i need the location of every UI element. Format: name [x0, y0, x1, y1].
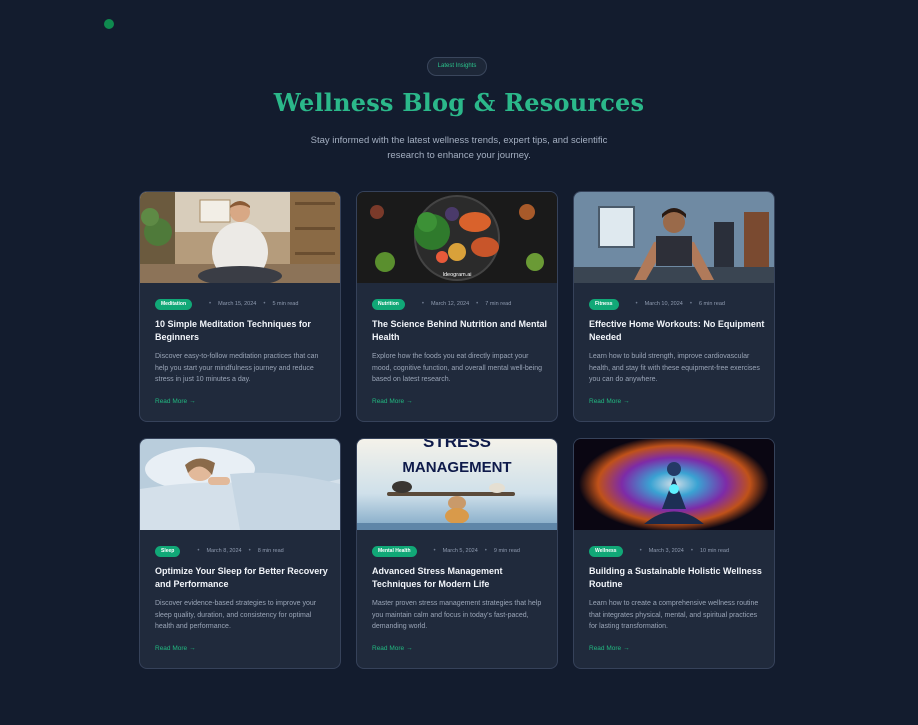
page-title: Wellness Blog & Resources: [273, 88, 645, 117]
section-badge: Latest Insights: [427, 57, 487, 76]
read-time: 9 min read: [493, 548, 520, 554]
post-description: Explore how the foods you eat directly i…: [372, 353, 543, 384]
post-title[interactable]: 10 Simple Meditation Techniques for Begi…: [155, 318, 333, 343]
healthy-food-plate-image: Ideogram.ai: [357, 192, 557, 283]
chakra-meditation-image: [574, 439, 774, 530]
post-title[interactable]: The Science Behind Nutrition and Mental …: [372, 318, 550, 343]
post-date: March 12, 2024: [430, 301, 470, 307]
post-title[interactable]: Effective Home Workouts: No Equipment Ne…: [589, 318, 767, 343]
arrow-right-icon: →: [406, 645, 413, 652]
read-more-link[interactable]: Read More →: [155, 398, 196, 405]
man-meditating-image: [140, 192, 340, 283]
status-dot: [104, 19, 114, 29]
post-image[interactable]: [140, 439, 340, 530]
blog-card-sleep[interactable]: Sleep • March 8, 2024 • 8 min read Optim…: [139, 438, 341, 669]
read-time: 8 min read: [257, 548, 284, 554]
read-time: 10 min read: [699, 548, 730, 554]
arrow-right-icon: →: [623, 398, 630, 405]
post-image[interactable]: [140, 192, 340, 283]
post-title[interactable]: Building a Sustainable Holistic Wellness…: [589, 565, 767, 590]
image-watermark: Ideogram.ai: [442, 272, 471, 278]
blog-card-mental-health[interactable]: STRESS MANAGEMENT Mental Health • March …: [356, 438, 558, 669]
post-date: March 10, 2024: [644, 301, 683, 307]
post-meta: Wellness • March 3, 2024 • 10 min read: [589, 545, 769, 557]
post-image[interactable]: [574, 439, 774, 530]
post-meta: Mental Health • March 5, 2024 • 9 min re…: [372, 545, 552, 557]
post-image[interactable]: [574, 192, 774, 283]
read-time: 7 min read: [485, 301, 512, 307]
category-tag[interactable]: Nutrition: [372, 298, 405, 310]
post-title[interactable]: Optimize Your Sleep for Better Recovery …: [155, 565, 333, 590]
post-description: Master proven stress management strategi…: [372, 600, 542, 631]
category-tag[interactable]: Meditation: [155, 298, 192, 310]
post-date: March 5, 2024: [442, 548, 478, 554]
post-date: March 8, 2024: [206, 548, 242, 554]
category-tag[interactable]: Mental Health: [372, 545, 417, 557]
blog-card-meditation[interactable]: Meditation • March 15, 2024 • 5 min read…: [139, 191, 341, 422]
stress-management-image: STRESS MANAGEMENT: [357, 439, 557, 530]
read-more-link[interactable]: Read More →: [589, 398, 630, 405]
category-tag[interactable]: Wellness: [589, 545, 623, 557]
post-description: Learn how to build strength, improve car…: [589, 353, 760, 384]
post-image[interactable]: STRESS MANAGEMENT: [357, 439, 557, 530]
page-subtitle: Stay informed with the latest wellness t…: [310, 135, 608, 161]
post-image[interactable]: Ideogram.ai: [357, 192, 557, 283]
blog-card-nutrition[interactable]: Ideogram.ai Nutrition • March 12, 2024 •…: [356, 191, 558, 422]
arrow-right-icon: →: [623, 645, 630, 652]
blog-card-fitness[interactable]: Fitness • March 10, 2024 • 6 min read Ef…: [573, 191, 775, 422]
post-description: Learn how to create a comprehensive well…: [589, 600, 759, 631]
post-description: Discover easy-to-follow meditation pract…: [155, 353, 319, 384]
read-time: 5 min read: [272, 301, 299, 307]
read-more-link[interactable]: Read More →: [372, 398, 413, 405]
arrow-right-icon: →: [406, 398, 413, 405]
post-meta: Sleep • March 8, 2024 • 8 min read: [155, 545, 335, 557]
blog-card-wellness[interactable]: Wellness • March 3, 2024 • 10 min read B…: [573, 438, 775, 669]
post-meta: Fitness • March 10, 2024 • 6 min read: [589, 298, 769, 310]
woman-sleeping-image: [140, 439, 340, 530]
read-time: 6 min read: [698, 301, 725, 307]
image-heading-1: STRESS: [423, 439, 491, 451]
post-description: Discover evidence-based strategies to im…: [155, 600, 317, 631]
post-meta: Nutrition • March 12, 2024 • 7 min read: [372, 298, 552, 310]
category-tag[interactable]: Fitness: [589, 298, 619, 310]
read-more-link[interactable]: Read More →: [589, 645, 630, 652]
arrow-right-icon: →: [189, 398, 196, 405]
post-meta: Meditation • March 15, 2024 • 5 min read: [155, 298, 335, 310]
category-tag[interactable]: Sleep: [155, 545, 181, 557]
image-heading-2: MANAGEMENT: [402, 459, 511, 476]
read-more-link[interactable]: Read More →: [155, 645, 196, 652]
arrow-right-icon: →: [189, 645, 196, 652]
read-more-link[interactable]: Read More →: [372, 645, 413, 652]
post-date: March 3, 2024: [648, 548, 684, 554]
post-date: March 15, 2024: [218, 301, 257, 307]
post-title[interactable]: Advanced Stress Management Techniques fo…: [372, 565, 550, 590]
home-workout-image: [574, 192, 774, 283]
